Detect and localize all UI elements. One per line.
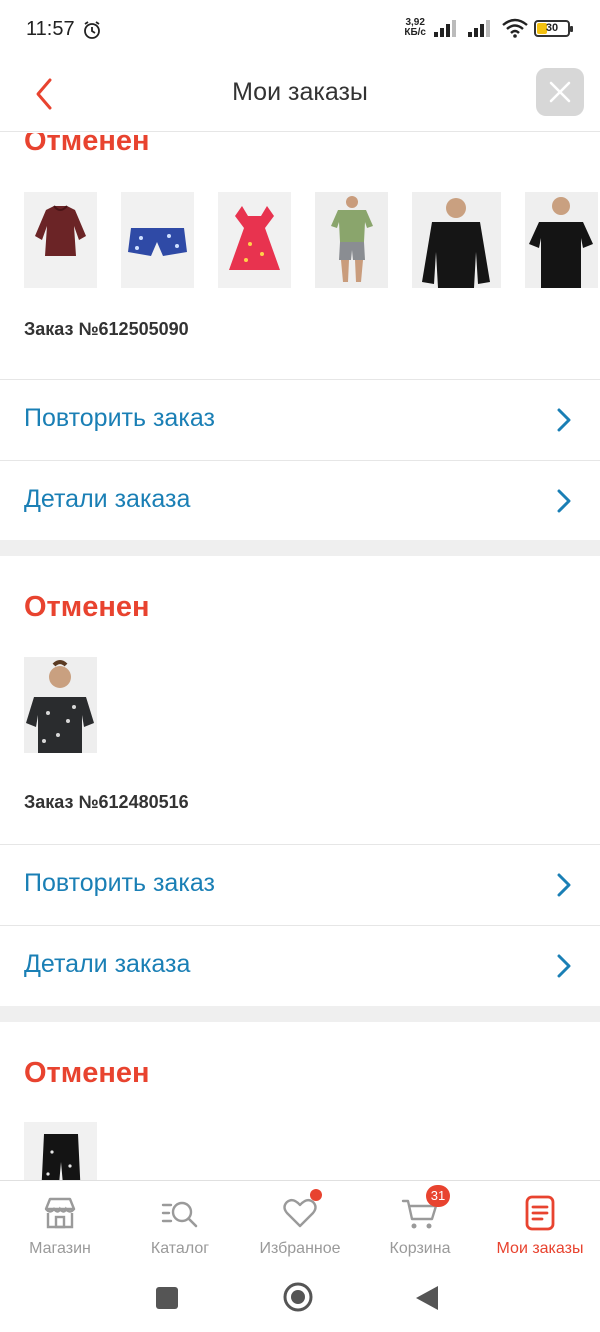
nav-item-catalog[interactable]: Каталог: [120, 1181, 240, 1264]
chevron-right-icon: [557, 873, 571, 897]
wifi-icon: [502, 18, 528, 38]
order-details-row[interactable]: Детали заказа: [0, 925, 600, 1006]
order-details-row[interactable]: Детали заказа: [0, 460, 600, 541]
order-details-label: Детали заказа: [24, 950, 191, 978]
product-thumbnail[interactable]: [525, 192, 598, 288]
order-details-label: Детали заказа: [24, 485, 191, 513]
product-thumbnail[interactable]: [121, 192, 194, 288]
order-thumbnails[interactable]: [24, 657, 97, 753]
nav-label: Мои заказы: [496, 1240, 584, 1257]
status-time: 11:57: [26, 18, 75, 40]
alarm-icon: [84, 21, 100, 39]
repeat-order-row[interactable]: Повторить заказ: [0, 379, 600, 460]
order-thumbnails[interactable]: [24, 192, 598, 288]
repeat-order-label: Повторить заказ: [24, 869, 215, 897]
dress-image: [218, 192, 291, 288]
product-thumbnail[interactable]: [412, 192, 501, 288]
nav-item-cart[interactable]: 31 Корзина: [360, 1181, 480, 1264]
signal-icon-sim2: [468, 20, 490, 37]
system-navigation-bar: [0, 1264, 600, 1332]
nav-label: Каталог: [150, 1240, 210, 1257]
chevron-right-icon: [557, 408, 571, 432]
orders-list-icon: [525, 1195, 555, 1231]
signal-icon: [434, 20, 456, 37]
nav-item-store[interactable]: Магазин: [0, 1181, 120, 1264]
nav-item-my-orders[interactable]: Мои заказы: [480, 1181, 600, 1264]
black-tshirt-model-image: [525, 192, 598, 288]
page-title: Мои заказы: [232, 78, 368, 106]
bottom-navigation: Магазин Каталог Избранное 31 Корзина Мои…: [0, 1180, 600, 1264]
product-thumbnail[interactable]: [24, 657, 97, 753]
shorts-image: [121, 192, 194, 288]
store-icon: [44, 1197, 76, 1229]
nav-item-favorites[interactable]: Избранное: [240, 1181, 360, 1264]
order-status: Отменен: [24, 1057, 150, 1089]
section-divider: [0, 1006, 600, 1022]
cart-icon-wrap: 31: [400, 1185, 450, 1233]
close-icon: [549, 81, 571, 103]
network-speed-unit: КБ/с: [404, 27, 426, 38]
order-card: Отменен Заказ №612480516 Повторить заказ: [0, 556, 600, 1006]
patterned-tshirt-model-image: [24, 657, 97, 753]
heart-icon-wrap: [280, 1189, 322, 1233]
catalog-search-icon: [161, 1201, 198, 1228]
close-button[interactable]: [536, 68, 584, 116]
product-thumbnail[interactable]: [218, 192, 291, 288]
battery-icon: 30: [534, 19, 573, 37]
nav-label: Корзина: [389, 1240, 451, 1257]
repeat-order-row[interactable]: Повторить заказ: [0, 844, 600, 925]
product-thumbnail[interactable]: [315, 192, 388, 288]
order-thumbnails[interactable]: [24, 1122, 97, 1180]
order-status: Отменен: [24, 591, 150, 623]
repeat-order-label: Повторить заказ: [24, 404, 215, 432]
black-sweater-model-image: [412, 192, 501, 288]
back-system-button[interactable]: [414, 1284, 440, 1312]
section-divider: [0, 540, 600, 556]
notification-dot: [310, 1189, 322, 1201]
product-thumbnail[interactable]: [24, 192, 97, 288]
home-button[interactable]: [282, 1281, 314, 1313]
order-number: Заказ №612480516: [24, 792, 189, 812]
nav-label: Магазин: [29, 1240, 91, 1257]
order-card: Отменен: [0, 133, 600, 540]
black-pants-image: [24, 1122, 97, 1180]
order-status: Отменен: [24, 133, 150, 157]
product-thumbnail[interactable]: [24, 1122, 97, 1180]
network-speed: 3,92 КБ/с: [404, 18, 426, 38]
chevron-right-icon: [557, 489, 571, 513]
orders-list[interactable]: Отменен Заказ №612505090 Повторить заказ…: [0, 133, 600, 1180]
chevron-right-icon: [557, 954, 571, 978]
order-number: Заказ №612505090: [24, 319, 189, 339]
blouse-image: [24, 192, 97, 288]
recent-apps-button[interactable]: [155, 1286, 179, 1310]
app-header: Мои заказы: [0, 60, 600, 132]
cart-count-badge: 31: [426, 1185, 450, 1207]
battery-level: 30: [545, 22, 559, 34]
order-card: Отменен: [0, 1022, 600, 1180]
status-bar: 11:57 3,92 КБ/с 30: [0, 0, 600, 60]
green-tshirt-model-image: [315, 192, 388, 288]
nav-label: Избранное: [259, 1240, 341, 1257]
